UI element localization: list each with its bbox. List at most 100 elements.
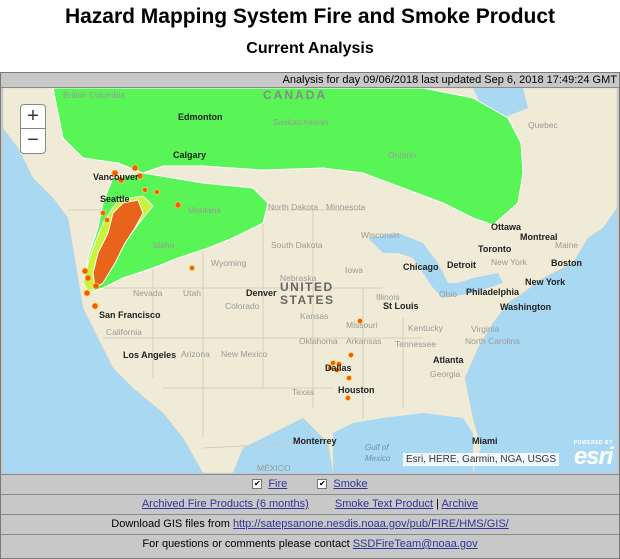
map-canvas[interactable]: CANADA UNITED STATES MÉXICO Edmonton Cal… xyxy=(3,88,617,473)
label-states: STATES xyxy=(280,293,335,307)
fire-marker[interactable] xyxy=(348,352,354,358)
region-virginia: Virginia xyxy=(471,324,499,334)
fire-marker[interactable] xyxy=(189,265,195,271)
city-miami: Miami xyxy=(472,436,498,446)
region-california: California xyxy=(106,327,142,337)
fire-checkbox[interactable]: ✔ xyxy=(252,479,263,490)
page-subtitle: Current Analysis xyxy=(246,40,374,57)
city-detroit: Detroit xyxy=(447,260,476,270)
region-saskatchewan: Saskatchewan xyxy=(273,117,329,127)
region-south-dakota: South Dakota xyxy=(271,240,323,250)
region-tennessee: Tennessee xyxy=(395,339,436,349)
region-north-dakota: North Dakota xyxy=(268,202,318,212)
region-british-columbia: British Columbia xyxy=(63,90,125,100)
city-toronto: Toronto xyxy=(478,244,512,254)
region-quebec: Quebec xyxy=(528,120,559,130)
fire-marker[interactable] xyxy=(142,187,148,193)
zoom-out-button[interactable]: − xyxy=(21,129,45,152)
water-gulf-label: Gulf of xyxy=(365,443,389,452)
archive-link[interactable]: Archive xyxy=(441,498,478,510)
map-attribution: Esri, HERE, Garmin, NGA, USGS xyxy=(402,453,559,466)
region-maine: Maine xyxy=(555,240,578,250)
region-arizona: Arizona xyxy=(181,349,210,359)
zoom-control: + − xyxy=(20,104,46,154)
city-seattle: Seattle xyxy=(100,194,130,204)
city-denver: Denver xyxy=(246,288,277,298)
contact-prefix: For questions or comments please contact xyxy=(142,538,353,550)
region-montana: Montana xyxy=(188,205,221,215)
region-nevada: Nevada xyxy=(133,288,163,298)
region-nebraska: Nebraska xyxy=(280,273,317,283)
region-texas: Texas xyxy=(292,387,314,397)
esri-wordmark: esri xyxy=(573,443,614,470)
download-row: Download GIS files from http://satepsano… xyxy=(1,514,619,534)
city-edmonton: Edmonton xyxy=(178,112,223,122)
city-calgary: Calgary xyxy=(173,150,206,160)
archived-fire-products-link[interactable]: Archived Fire Products (6 months) xyxy=(142,498,309,510)
region-ontario: Ontario xyxy=(388,150,416,160)
city-st-louis: St Louis xyxy=(383,301,419,311)
contact-email-link[interactable]: SSDFireTeam@noaa.gov xyxy=(353,538,478,550)
region-georgia: Georgia xyxy=(430,369,461,379)
region-idaho: Idaho xyxy=(153,240,175,250)
region-wisconsin: Wisconsin xyxy=(361,230,400,240)
city-dallas: Dallas xyxy=(325,363,352,373)
fire-marker[interactable] xyxy=(84,274,92,282)
label-canada: CANADA xyxy=(263,88,327,102)
city-atlanta: Atlanta xyxy=(433,355,464,365)
region-wyoming: Wyoming xyxy=(211,258,247,268)
city-houston: Houston xyxy=(338,385,375,395)
analysis-label: Analysis for day 09/06/2018 last updated… xyxy=(282,74,617,86)
label-mexico: MÉXICO xyxy=(257,463,291,473)
fire-marker[interactable] xyxy=(91,302,99,310)
region-utah: Utah xyxy=(183,288,201,298)
analysis-info-bar: Analysis for day 09/06/2018 last updated… xyxy=(1,73,619,88)
region-minnesota: Minnesota xyxy=(326,202,365,212)
smoke-link[interactable]: Smoke xyxy=(333,478,367,490)
fire-marker[interactable] xyxy=(345,395,351,401)
region-iowa: Iowa xyxy=(345,265,363,275)
fire-marker[interactable] xyxy=(92,282,100,290)
region-arkansas: Arkansas xyxy=(346,336,381,346)
map-view[interactable]: CANADA UNITED STATES MÉXICO Edmonton Cal… xyxy=(3,88,617,473)
map-panel: Analysis for day 09/06/2018 last updated… xyxy=(0,72,620,559)
fire-marker[interactable] xyxy=(104,217,110,223)
city-montreal: Montreal xyxy=(520,232,558,242)
fire-link[interactable]: Fire xyxy=(268,478,287,490)
region-new-york: New York xyxy=(491,257,528,267)
city-philadelphia: Philadelphia xyxy=(466,287,520,297)
fire-marker[interactable] xyxy=(346,375,352,381)
smoke-checkbox[interactable]: ✔ xyxy=(317,479,328,490)
links-row: Archived Fire Products (6 months) Smoke … xyxy=(1,494,619,514)
city-san-francisco: San Francisco xyxy=(99,310,161,320)
city-monterrey: Monterrey xyxy=(293,436,337,446)
region-colorado: Colorado xyxy=(225,301,260,311)
esri-logo[interactable]: POWERED BY esri xyxy=(573,440,614,470)
fire-marker[interactable] xyxy=(154,189,160,195)
smoke-text-product-link[interactable]: Smoke Text Product xyxy=(335,498,433,510)
region-oklahoma: Oklahoma xyxy=(299,336,338,346)
water-mexico-label: Mexico xyxy=(365,454,391,463)
region-north-carolina: North Carolina xyxy=(465,336,520,346)
city-chicago: Chicago xyxy=(403,262,439,272)
region-kansas: Kansas xyxy=(300,311,328,321)
city-ottawa: Ottawa xyxy=(491,222,522,232)
region-illinois: Illinois xyxy=(376,292,400,302)
gis-download-link[interactable]: http://satepsanone.nesdis.noaa.gov/pub/F… xyxy=(233,518,509,530)
fire-marker[interactable] xyxy=(131,164,139,172)
city-new-york: New York xyxy=(525,277,566,287)
fire-marker[interactable] xyxy=(81,267,89,275)
download-prefix: Download GIS files from xyxy=(111,518,233,530)
contact-row: For questions or comments please contact… xyxy=(1,534,619,554)
city-washington: Washington xyxy=(500,302,551,312)
region-new-mexico: New Mexico xyxy=(221,349,268,359)
city-boston: Boston xyxy=(551,258,582,268)
zoom-in-button[interactable]: + xyxy=(21,105,45,129)
fire-marker[interactable] xyxy=(174,201,182,209)
fire-marker[interactable] xyxy=(83,289,91,297)
page-title: Hazard Mapping System Fire and Smoke Pro… xyxy=(64,5,556,28)
region-kentucky: Kentucky xyxy=(408,323,444,333)
fire-marker[interactable] xyxy=(100,210,106,216)
region-missouri: Missouri xyxy=(346,320,378,330)
city-los-angeles: Los Angeles xyxy=(123,350,176,360)
